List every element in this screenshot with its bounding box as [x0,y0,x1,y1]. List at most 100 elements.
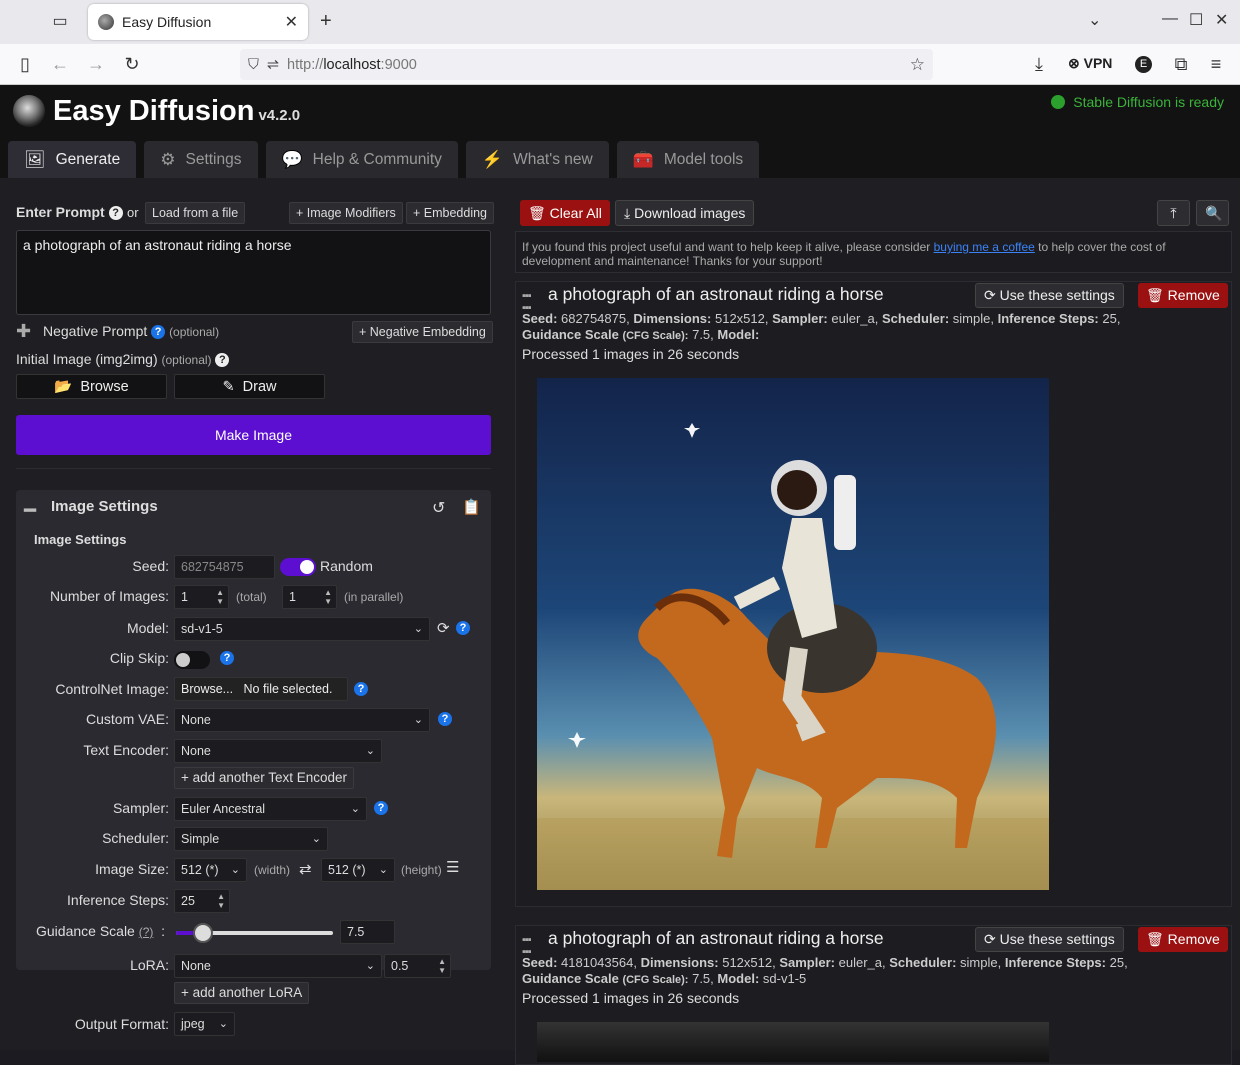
sampler-select[interactable]: Euler Ancestral ⌄ [174,797,367,821]
forward-icon[interactable]: → [85,54,107,75]
tab-manager-icon[interactable]: ▭ [50,12,70,32]
image-modifiers-button[interactable]: + Image Modifiers [289,202,403,224]
close-window-icon[interactable]: ✕ [1215,10,1228,30]
redo-icon: ⟳ [984,287,996,303]
download-images-button[interactable]: ⤓ Download images [615,200,755,226]
clip-skip-toggle[interactable] [174,651,210,669]
tab-settings[interactable]: ⚙ Settings [144,141,258,178]
tab-generate[interactable]: 🖼 Generate [8,141,137,178]
lora-strength-input[interactable]: 0.5 ▲ ▼ [384,954,451,978]
minimize-icon[interactable]: — [1162,10,1178,28]
help-icon[interactable]: ? [151,325,166,340]
spinner-icon[interactable]: ▲ ▼ [216,588,224,606]
remove-button[interactable]: 🗑 Remove [1138,927,1228,952]
width-select[interactable]: 512 (*) ⌄ [174,858,247,882]
clear-all-button[interactable]: 🗑 Clear All [520,200,610,226]
random-label: Random [320,558,373,574]
help-icon[interactable]: ? [215,353,230,368]
expand-plus-icon[interactable]: ✚ [16,321,31,342]
steps-input[interactable]: 25 ▲ ▼ [174,889,230,913]
num-images-parallel-input[interactable]: 1 ▲ ▼ [282,585,337,609]
bookmark-star-icon[interactable]: ☆ [910,55,925,75]
controlnet-file-input[interactable]: Browse... No file selected. [174,677,348,701]
guidance-slider-thumb[interactable] [193,923,213,943]
swap-icon[interactable]: ⇄ [299,860,312,878]
tab-whats-new[interactable]: ⚡ What's new [465,141,609,178]
random-seed-toggle[interactable] [280,558,316,576]
scroll-top-button[interactable]: ⤒ [1157,200,1190,226]
prompt-input[interactable]: a photograph of an astronaut riding a ho… [16,230,491,315]
tab-whats-new-label: What's new [513,150,593,168]
extensions-icon[interactable]: ⧉ [1170,54,1192,75]
negative-embedding-button[interactable]: + Negative Embedding [352,321,493,343]
logo-icon [13,95,45,127]
seed-input[interactable]: 682754875 [174,555,275,579]
browse-button[interactable]: 📂 Browse [16,374,167,399]
sampler-label: Sampler: [112,800,169,816]
donate-text-1: If you found this project useful and wan… [522,240,931,254]
output-format-select[interactable]: jpeg ⌄ [174,1012,235,1036]
menu-icon[interactable]: ≡ [1205,54,1227,75]
num-images-total-input[interactable]: 1 ▲ ▼ [174,585,229,609]
trash-icon: 🗑 [528,205,546,221]
negative-prompt-label: Negative Prompt ? (optional) [43,323,220,340]
collapse-minus-icon[interactable]: ━ [24,498,36,523]
spinner-icon[interactable]: ▲ ▼ [324,588,332,606]
vpn-button[interactable]: ⊗ VPN [1068,55,1112,72]
help-icon[interactable]: ? [456,621,470,635]
clipboard-icon[interactable]: 📋 [462,498,481,516]
sidebar-icon[interactable]: ▯ [14,54,36,75]
donate-link[interactable]: buying me a coffee [934,240,1035,254]
spinner-icon[interactable]: ▲ ▼ [438,957,446,975]
url-bar[interactable]: ⛉ ⇌ http://localhost:9000 ☆ [240,49,933,80]
new-tab-icon[interactable]: + [320,10,332,33]
tab-model-tools-label: Model tools [663,150,744,168]
reload-icon[interactable]: ↻ [121,54,143,75]
help-icon[interactable]: ? [374,801,388,815]
help-icon[interactable]: ? [354,682,368,696]
status-indicator: Stable Diffusion is ready [1051,94,1224,110]
generated-image[interactable] [537,378,1049,890]
help-icon[interactable]: ? [438,712,452,726]
guidance-slider-track[interactable] [176,923,333,943]
back-icon[interactable]: ← [49,54,71,75]
lora-strength-value: 0.5 [391,959,409,973]
scheduler-select[interactable]: Simple ⌄ [174,827,328,851]
image-settings-title: Image Settings [51,498,158,515]
zoom-button[interactable]: 🔍 [1196,200,1229,226]
refresh-icon[interactable]: ⟳ [437,619,450,637]
account-avatar[interactable]: E [1135,56,1152,73]
sliders-icon[interactable]: ☰ [446,858,459,876]
close-tab-icon[interactable]: ✕ [285,12,298,32]
draw-button[interactable]: ✎ Draw [174,374,325,399]
chevron-down-icon: ⌄ [311,833,321,845]
vpn-label: VPN [1083,55,1113,71]
download-icon[interactable]: ⤓ [1028,54,1050,75]
maximize-icon[interactable]: ☐ [1189,10,1203,30]
guidance-help[interactable]: (?) [139,925,154,939]
use-settings-button[interactable]: ⟳ Use these settings [975,927,1124,952]
tab-help[interactable]: 💬 Help & Community [265,141,458,178]
vae-label: Custom VAE: [86,711,169,727]
add-text-encoder-button[interactable]: + add another Text Encoder [174,767,354,789]
use-settings-button[interactable]: ⟳ Use these settings [975,283,1124,308]
vae-select[interactable]: None ⌄ [174,708,430,732]
spinner-icon[interactable]: ▲ ▼ [217,892,225,910]
generated-image[interactable] [537,1022,1049,1062]
tab-model-tools[interactable]: 🧰 Model tools [616,141,760,178]
model-select[interactable]: sd-v1-5 ⌄ [174,617,430,641]
help-icon[interactable]: ? [220,651,234,665]
make-image-button[interactable]: Make Image [16,415,491,455]
browser-tab[interactable]: Easy Diffusion ✕ [88,4,308,40]
embedding-button[interactable]: + Embedding [406,202,495,224]
tab-list-chevron-icon[interactable]: ⌄ [1088,10,1101,30]
add-lora-button[interactable]: + add another LoRA [174,982,310,1004]
text-encoder-select[interactable]: None ⌄ [174,739,382,763]
lora-select[interactable]: None ⌄ [174,954,382,978]
guidance-input[interactable]: 7.5 [340,920,395,944]
remove-button[interactable]: 🗑 Remove [1138,283,1228,308]
reset-icon[interactable]: ↺ [432,498,445,518]
load-from-file-button[interactable]: Load from a file [145,202,246,224]
height-select[interactable]: 512 (*) ⌄ [321,858,395,882]
help-icon[interactable]: ? [108,206,123,221]
